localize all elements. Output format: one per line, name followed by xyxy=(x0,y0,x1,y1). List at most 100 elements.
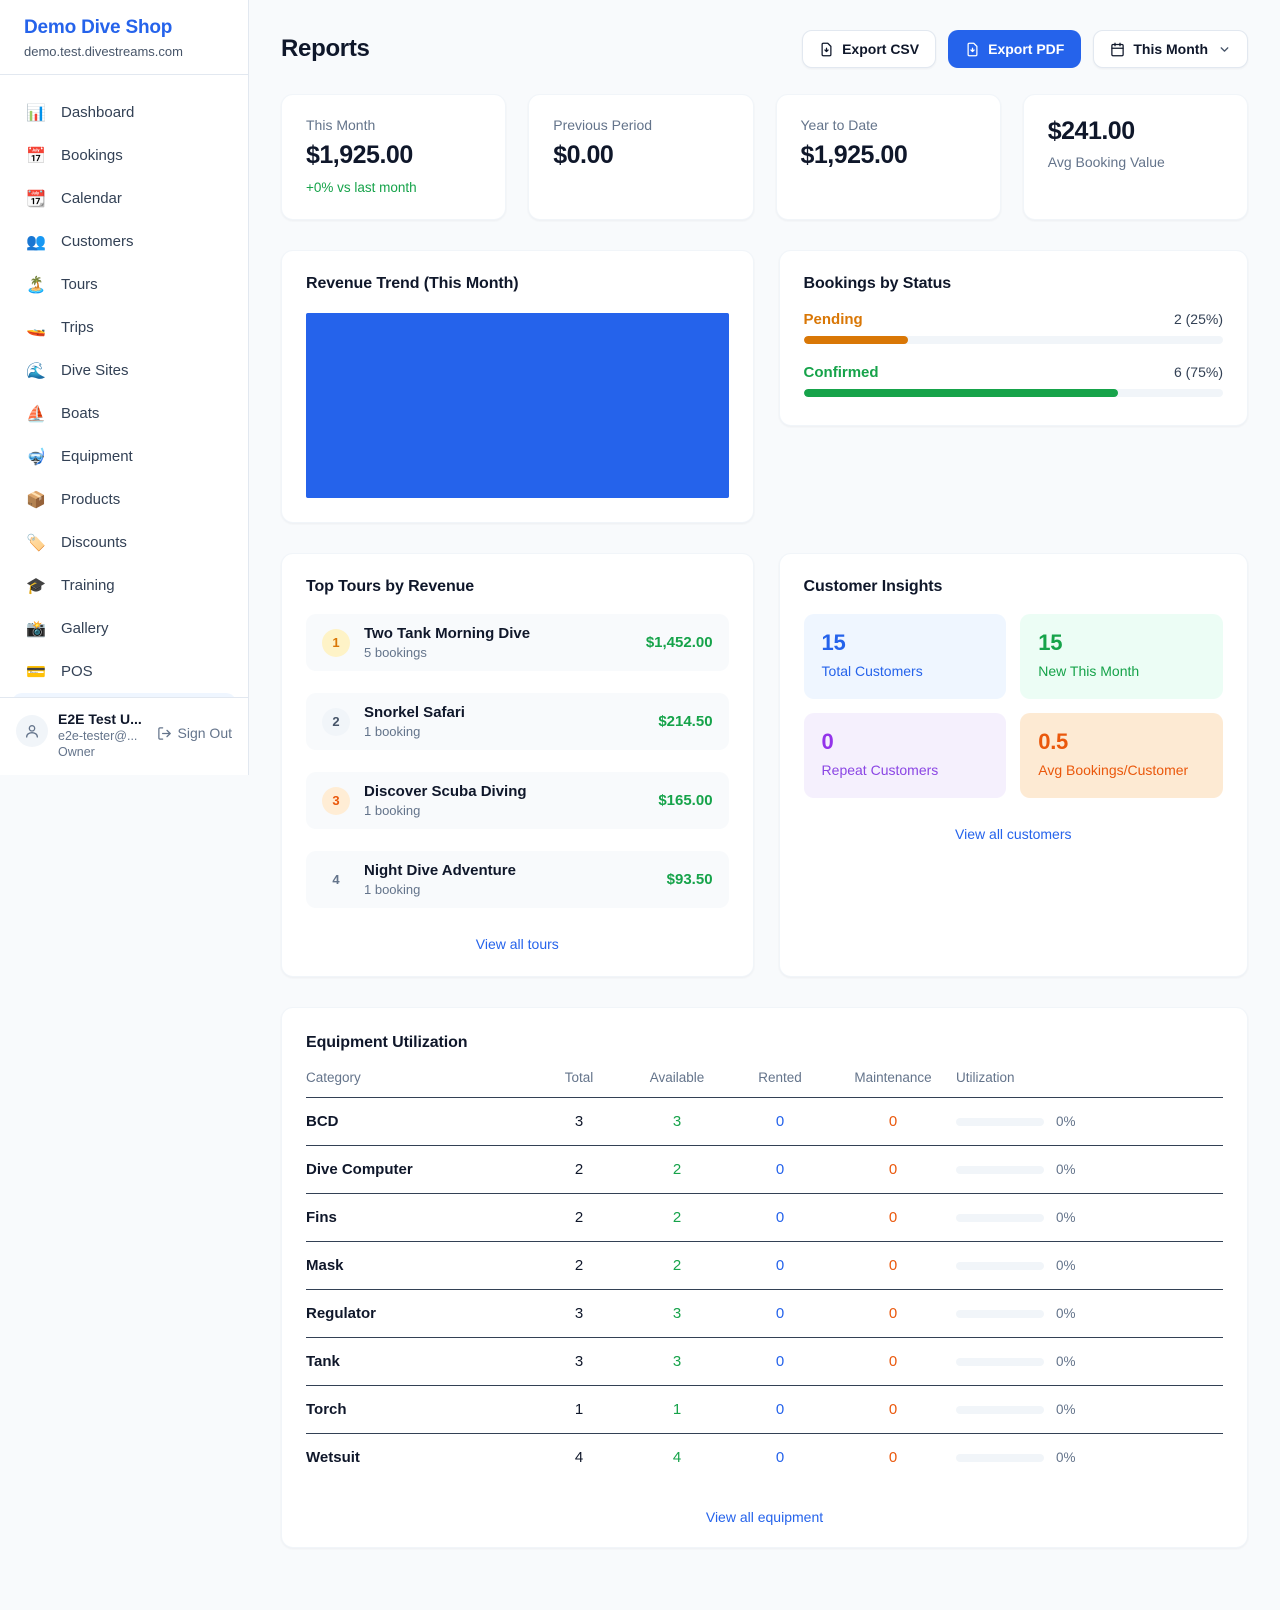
page-title: Reports xyxy=(281,35,370,63)
user-info: E2E Test U... e2e-tester@... Owner xyxy=(58,711,142,759)
customers-icon: 👥 xyxy=(24,232,48,252)
sidebar-item-equipment[interactable]: 🤿 Equipment xyxy=(12,435,236,478)
utilization-bar xyxy=(956,1262,1044,1270)
status-label: Confirmed xyxy=(804,364,879,381)
status-label: Pending xyxy=(804,311,863,328)
view-all-equipment-link[interactable]: View all equipment xyxy=(306,1509,1223,1525)
table-row: BCD 3 3 0 0 0% xyxy=(306,1098,1223,1146)
sidebar-item-products[interactable]: 📦 Products xyxy=(12,478,236,521)
export-csv-button[interactable]: Export CSV xyxy=(802,30,936,68)
sidebar-item-trips[interactable]: 🚤 Trips xyxy=(12,306,236,349)
tour-bookings: 1 booking xyxy=(364,803,527,818)
user-name: E2E Test U... xyxy=(58,711,142,727)
tour-name: Two Tank Morning Dive xyxy=(364,625,530,642)
sidebar-item-pos[interactable]: 💳 POS xyxy=(12,650,236,693)
header-actions: Export CSV Export PDF This Month xyxy=(802,30,1248,68)
training-icon: 🎓 xyxy=(24,576,48,596)
dive-sites-icon: 🌊 xyxy=(24,361,48,381)
equipment-utilization-card: Equipment Utilization Category Total Ava… xyxy=(281,1007,1248,1548)
sidebar-item-dashboard[interactable]: 📊 Dashboard xyxy=(12,91,236,134)
boats-icon: ⛵ xyxy=(24,404,48,424)
stat-card-year-to-date: Year to Date $1,925.00 xyxy=(776,94,1001,220)
sidebar-item-dive-sites[interactable]: 🌊 Dive Sites xyxy=(12,349,236,392)
sidebar-item-customers[interactable]: 👥 Customers xyxy=(12,220,236,263)
insight-tile-total-customers: 15 Total Customers xyxy=(804,614,1007,699)
stat-label: Previous Period xyxy=(553,117,728,133)
equipment-category: BCD xyxy=(306,1113,534,1130)
revenue-trend-chart xyxy=(306,313,729,498)
tile-label: Avg Bookings/Customer xyxy=(1038,762,1205,778)
stat-card-avg-booking-value: $241.00 Avg Booking Value xyxy=(1023,94,1248,220)
tour-bookings: 1 booking xyxy=(364,882,516,897)
table-row: Dive Computer 2 2 0 0 0% xyxy=(306,1146,1223,1194)
sidebar-nav: 📊 Dashboard 📅 Bookings 📆 Calendar 👥 Cust… xyxy=(0,75,248,697)
sidebar-item-label: Trips xyxy=(61,319,94,336)
sidebar-item-calendar[interactable]: 📆 Calendar xyxy=(12,177,236,220)
status-count: 2 (25%) xyxy=(1174,311,1223,327)
sidebar-item-training[interactable]: 🎓 Training xyxy=(12,564,236,607)
bookings-icon: 📅 xyxy=(24,146,48,166)
stat-label: Year to Date xyxy=(801,117,976,133)
equipment-category: Torch xyxy=(306,1401,534,1418)
utilization-cell: 0% xyxy=(956,1114,1223,1129)
card-title: Bookings by Status xyxy=(804,275,1223,293)
stat-card-previous-period: Previous Period $0.00 xyxy=(528,94,753,220)
view-all-customers-link[interactable]: View all customers xyxy=(804,826,1223,842)
column-header: Available xyxy=(624,1070,730,1085)
column-header: Category xyxy=(306,1070,534,1085)
customer-insights-card: Customer Insights 15 Total Customers 15 … xyxy=(779,553,1248,977)
sidebar-item-bookings[interactable]: 📅 Bookings xyxy=(12,134,236,177)
insight-tile-avg-bookings: 0.5 Avg Bookings/Customer xyxy=(1020,713,1223,798)
column-header: Maintenance xyxy=(830,1070,956,1085)
shop-logo-block: Demo Dive Shop demo.test.divestreams.com xyxy=(0,0,248,75)
gallery-icon: 📸 xyxy=(24,619,48,639)
stat-card-this-month: This Month $1,925.00 +0% vs last month xyxy=(281,94,506,220)
tile-label: Repeat Customers xyxy=(822,762,989,778)
export-pdf-button[interactable]: Export PDF xyxy=(948,30,1081,68)
sidebar-item-label: Gallery xyxy=(61,620,109,637)
column-header: Rented xyxy=(730,1070,830,1085)
charts-row: Revenue Trend (This Month) Bookings by S… xyxy=(281,250,1248,523)
tile-value: 15 xyxy=(822,630,989,656)
equipment-category: Wetsuit xyxy=(306,1449,534,1466)
view-all-tours-link[interactable]: View all tours xyxy=(306,936,729,952)
progress-fill xyxy=(804,389,1119,397)
insight-tile-repeat-customers: 0 Repeat Customers xyxy=(804,713,1007,798)
person-icon xyxy=(24,723,40,739)
period-dropdown[interactable]: This Month xyxy=(1093,30,1248,68)
tile-value: 0 xyxy=(822,729,989,755)
sidebar-item-gallery[interactable]: 📸 Gallery xyxy=(12,607,236,650)
products-icon: 📦 xyxy=(24,490,48,510)
utilization-cell: 0% xyxy=(956,1354,1223,1369)
revenue-trend-card: Revenue Trend (This Month) xyxy=(281,250,754,523)
sign-out-button[interactable]: Sign Out xyxy=(157,725,232,741)
sidebar: Demo Dive Shop demo.test.divestreams.com… xyxy=(0,0,249,775)
insight-tile-new-this-month: 15 New This Month xyxy=(1020,614,1223,699)
table-row: Wetsuit 4 4 0 0 0% xyxy=(306,1434,1223,1481)
stat-value: $1,925.00 xyxy=(306,141,481,170)
stat-label: This Month xyxy=(306,117,481,133)
sidebar-item-discounts[interactable]: 🏷️ Discounts xyxy=(12,521,236,564)
equipment-category: Mask xyxy=(306,1257,534,1274)
calendar-icon: 📆 xyxy=(24,189,48,209)
tour-name: Night Dive Adventure xyxy=(364,862,516,879)
status-count: 6 (75%) xyxy=(1174,364,1223,380)
sidebar-item-label: Customers xyxy=(61,233,134,250)
utilization-cell: 0% xyxy=(956,1402,1223,1417)
tile-value: 0.5 xyxy=(1038,729,1205,755)
equipment-category: Dive Computer xyxy=(306,1161,534,1178)
tour-revenue: $214.50 xyxy=(658,713,712,730)
tour-revenue: $93.50 xyxy=(667,871,713,888)
table-row: Torch 1 1 0 0 0% xyxy=(306,1386,1223,1434)
sidebar-item-label: Bookings xyxy=(61,147,123,164)
tour-list-item: 3 Discover Scuba Diving 1 booking $165.0… xyxy=(306,772,729,829)
utilization-cell: 0% xyxy=(956,1210,1223,1225)
sidebar-item-tours[interactable]: 🏝️ Tours xyxy=(12,263,236,306)
equipment-category: Regulator xyxy=(306,1305,534,1322)
sidebar-item-boats[interactable]: ⛵ Boats xyxy=(12,392,236,435)
insight-tiles: 15 Total Customers 15 New This Month 0 R… xyxy=(804,614,1223,798)
file-download-icon xyxy=(965,42,980,57)
stat-label: Avg Booking Value xyxy=(1048,154,1223,170)
table-row: Tank 3 3 0 0 0% xyxy=(306,1338,1223,1386)
column-header: Utilization xyxy=(956,1070,1223,1085)
